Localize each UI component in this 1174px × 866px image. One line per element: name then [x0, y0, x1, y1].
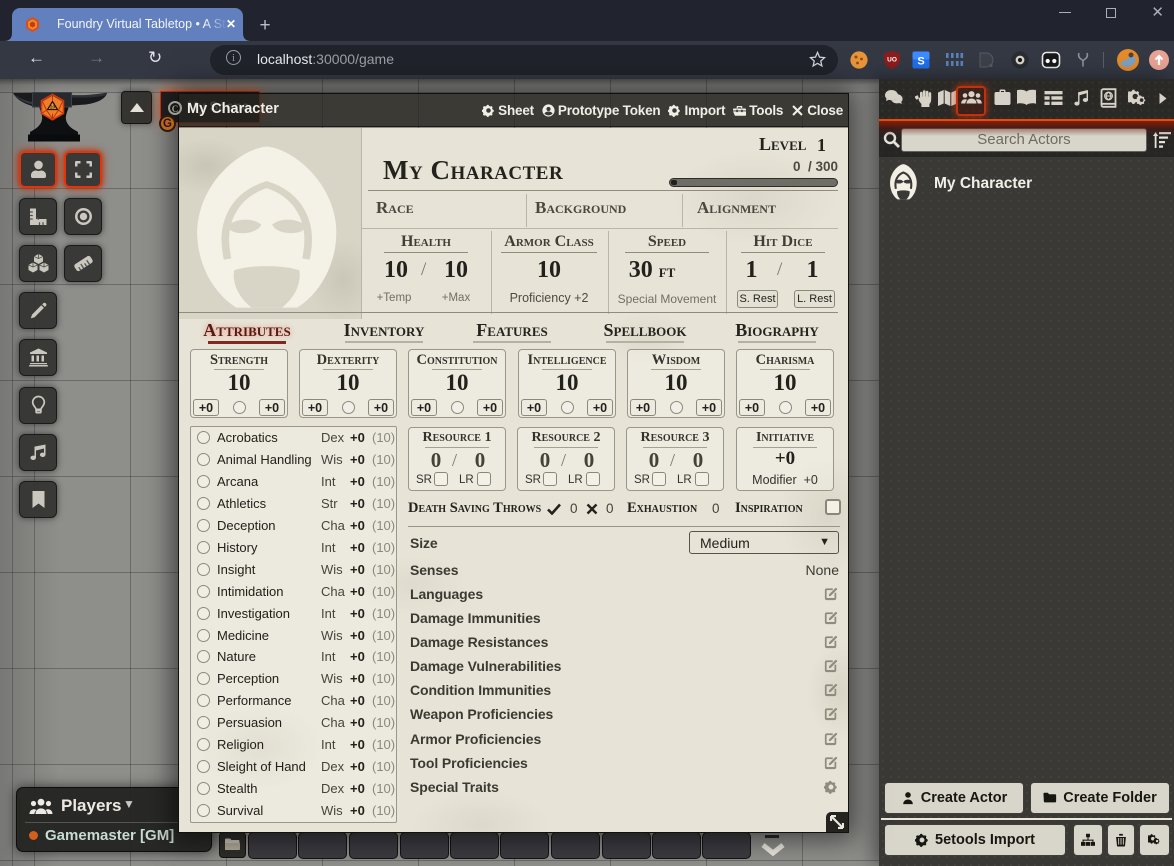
svg-text:S: S: [917, 56, 924, 68]
svg-text:UO: UO: [887, 57, 897, 64]
svg-text:20: 20: [50, 105, 55, 110]
